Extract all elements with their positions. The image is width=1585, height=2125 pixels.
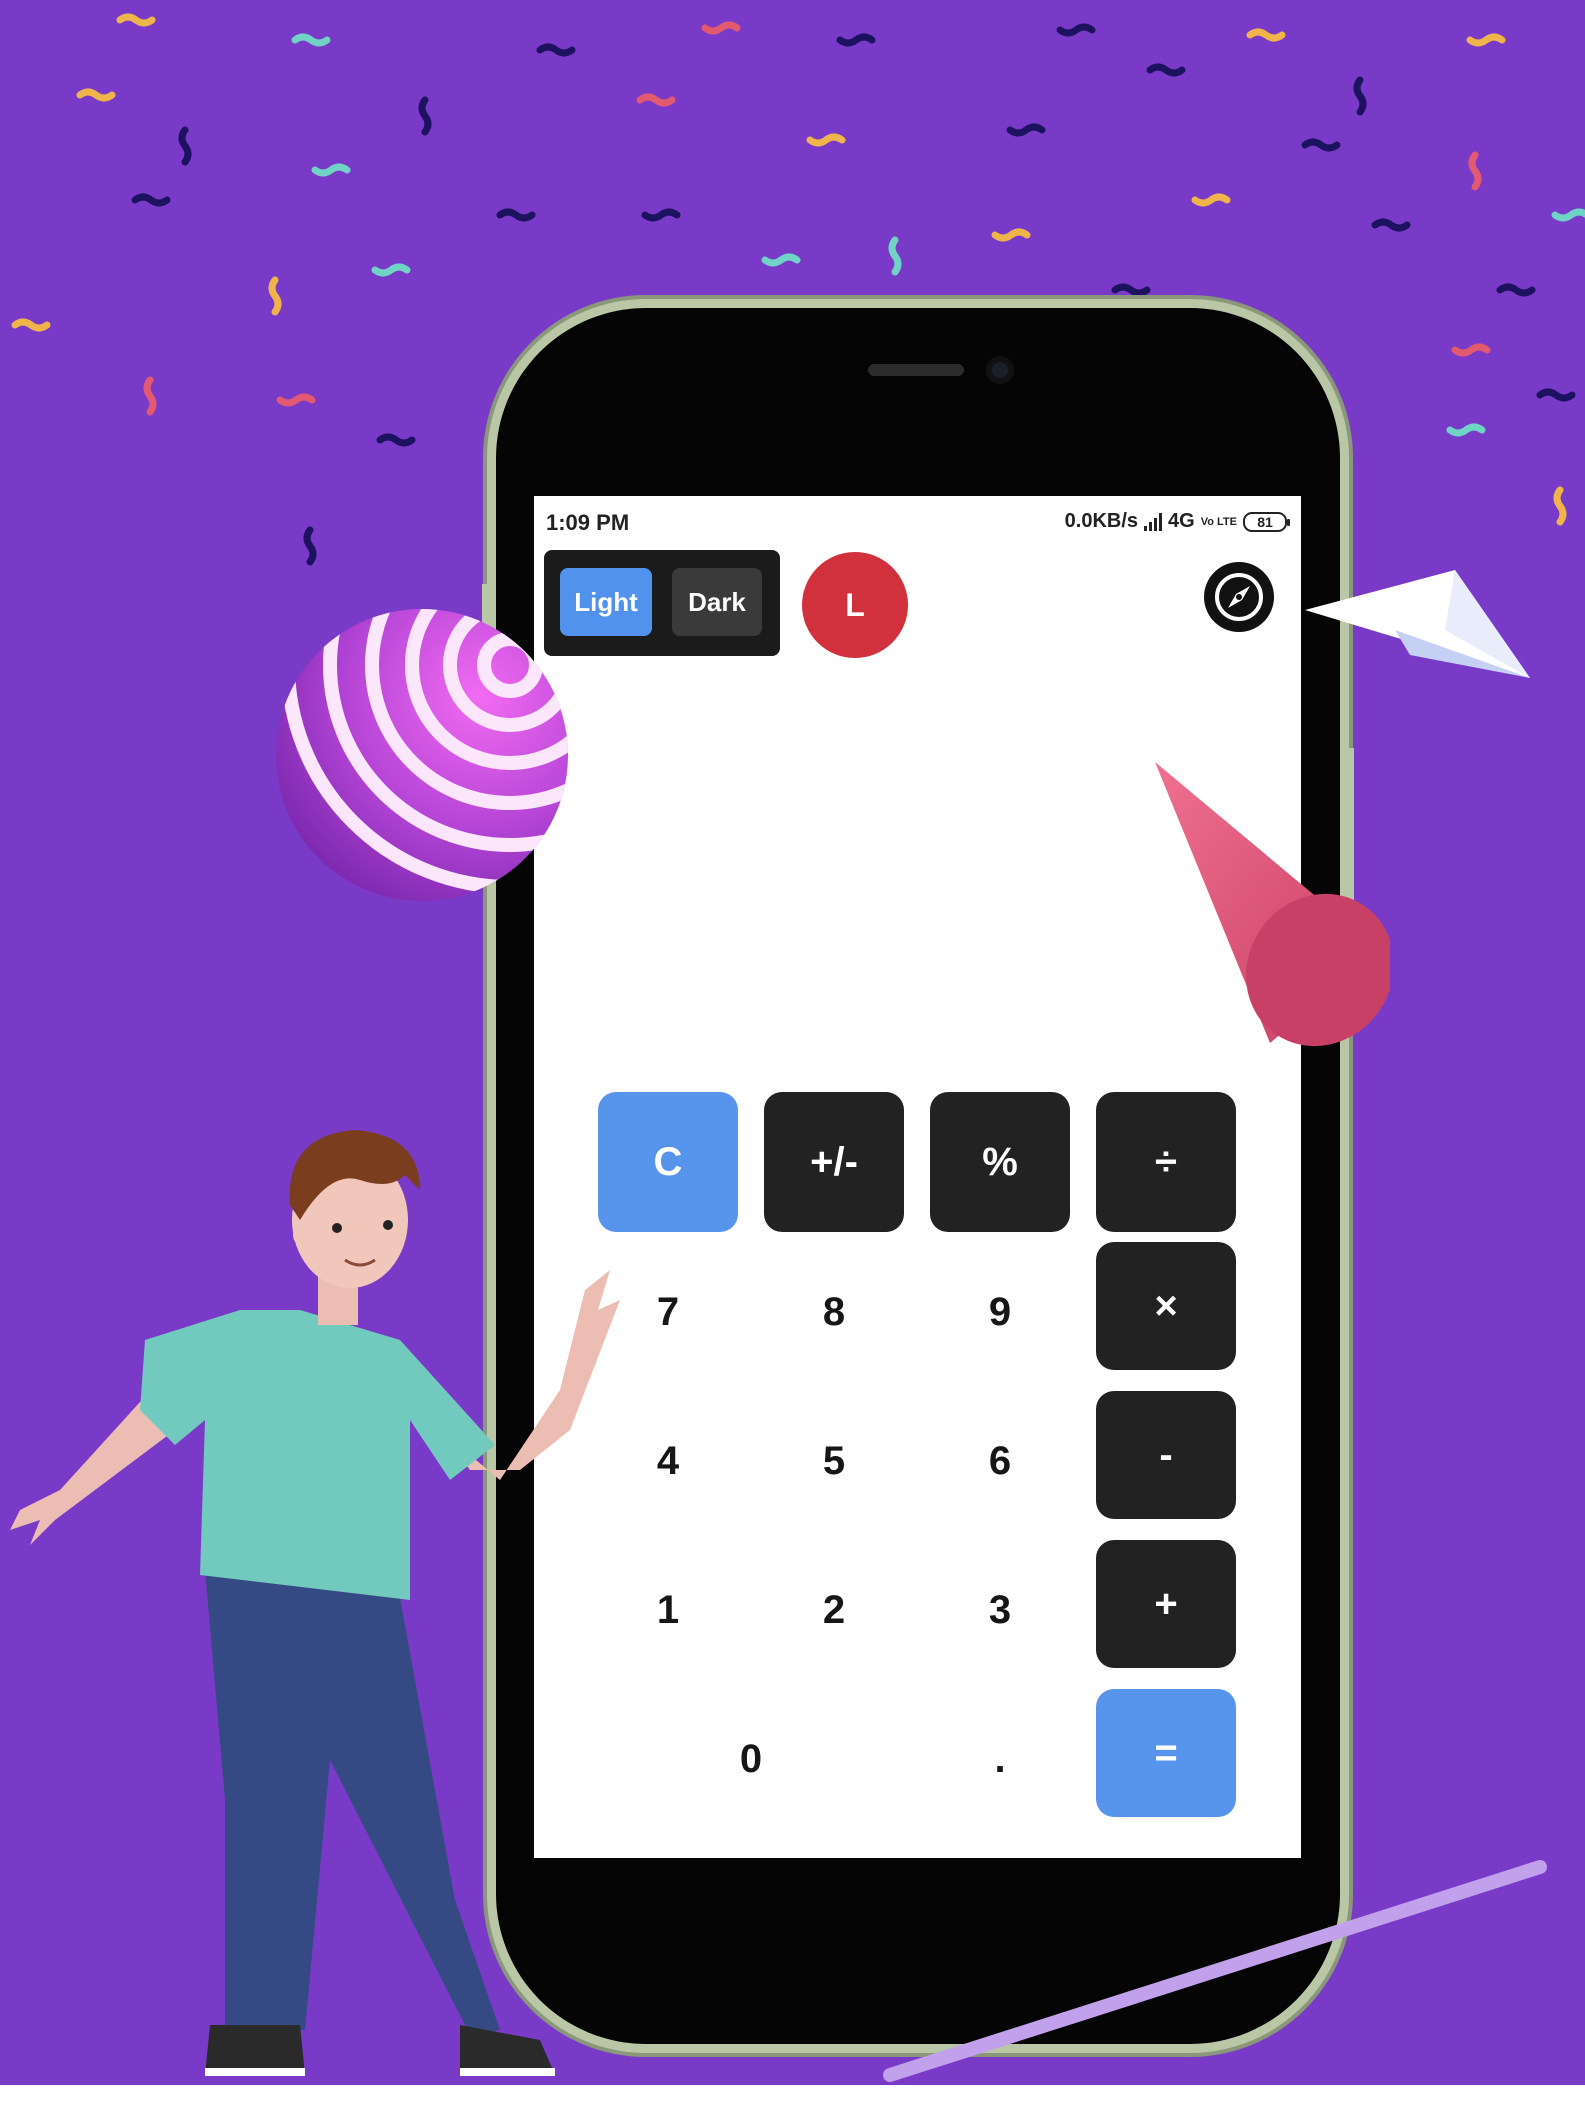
stick-decoration [883, 1860, 1547, 2082]
equals-button[interactable]: = [1096, 1689, 1236, 1817]
percent-button[interactable]: % [930, 1092, 1070, 1232]
battery-level: 81 [1257, 513, 1273, 530]
phone-speaker [868, 364, 964, 376]
digit-9-button[interactable]: 9 [930, 1242, 1070, 1382]
bottom-strip [0, 2085, 1585, 2125]
paper-plane-decoration [1305, 570, 1530, 678]
compass-icon[interactable] [1204, 562, 1274, 632]
divide-button[interactable]: ÷ [1096, 1092, 1236, 1232]
decimal-button[interactable]: . [930, 1689, 1070, 1829]
promo-background: 1:09 PM 0.0KB/s 4G Vo LTE 81 Light Dark … [0, 0, 1585, 2085]
multiply-button[interactable]: × [1096, 1242, 1236, 1370]
phone-camera [986, 356, 1014, 384]
status-time: 1:09 PM [546, 510, 630, 535]
network-speed: 0.0KB/s [1064, 510, 1139, 532]
digit-2-button[interactable]: 2 [764, 1540, 904, 1680]
plus-minus-button[interactable]: +/- [764, 1092, 904, 1232]
app-screen: 1:09 PM 0.0KB/s 4G Vo LTE 81 Light Dark … [534, 496, 1301, 1858]
digit-6-button[interactable]: 6 [930, 1391, 1070, 1531]
add-button[interactable]: + [1096, 1540, 1236, 1668]
digit-5-button[interactable]: 5 [764, 1391, 904, 1531]
dark-theme-button[interactable]: Dark [672, 568, 762, 636]
digit-0-button[interactable]: 0 [598, 1689, 904, 1829]
volte-indicator: Vo LTE [1200, 515, 1237, 528]
signal-icon [1144, 512, 1163, 531]
network-type: 4G [1168, 510, 1195, 532]
status-bar: 1:09 PM 0.0KB/s 4G Vo LTE 81 [534, 496, 1301, 552]
cone-decoration [1155, 762, 1390, 1047]
person-illustration [10, 1130, 620, 2076]
avatar[interactable]: L [802, 552, 908, 658]
status-right: 0.0KB/s 4G Vo LTE 81 [1064, 510, 1290, 533]
striped-ball-decoration [276, 609, 568, 901]
digit-3-button[interactable]: 3 [930, 1540, 1070, 1680]
battery-icon: 81 [1243, 511, 1290, 532]
subtract-button[interactable]: - [1096, 1391, 1236, 1519]
digit-8-button[interactable]: 8 [764, 1242, 904, 1382]
